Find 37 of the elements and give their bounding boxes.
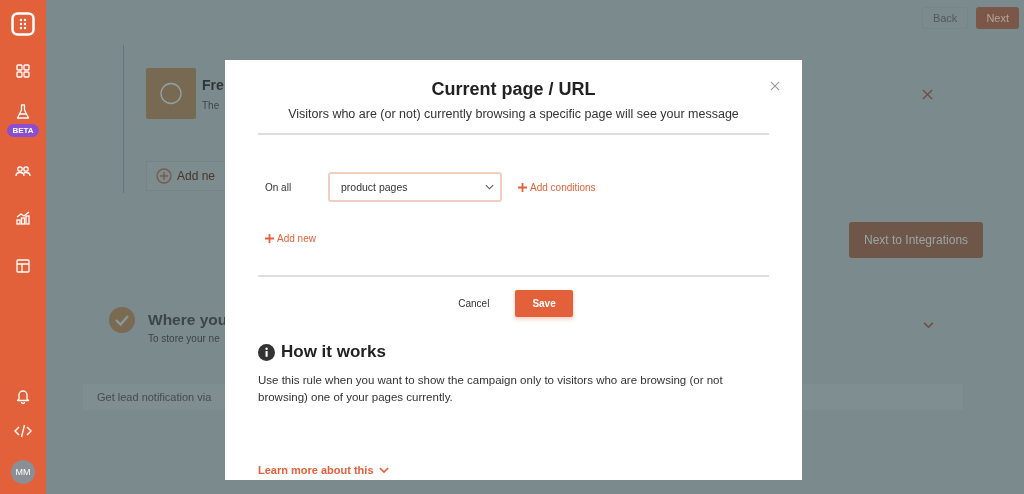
help-title: How it works [281, 342, 386, 362]
campaign-subtitle: The [202, 100, 221, 111]
check-circle-icon [109, 307, 135, 333]
beta-badge: BETA [7, 124, 39, 137]
section-subtitle: To store your ne [148, 333, 221, 344]
modal-title: Current page / URL [430, 79, 597, 100]
help-text: Use this rule when you want to show the campaign only to visitors who are browsing (or not browsing) one of your pages currently. [258, 373, 724, 405]
chevron-down-icon[interactable] [923, 322, 934, 329]
plus-icon [518, 182, 527, 192]
learn-more-link[interactable]: Learn more about this [258, 464, 389, 476]
campaign-title: Fre [202, 77, 224, 93]
close-icon[interactable] [770, 81, 780, 91]
avatar[interactable]: MM [11, 460, 35, 484]
page-select[interactable]: product pages [328, 172, 502, 202]
logo-icon[interactable] [11, 12, 35, 36]
info-icon [258, 343, 275, 361]
close-icon[interactable] [922, 89, 933, 100]
growth-chart-icon[interactable] [16, 211, 30, 225]
users-icon[interactable] [15, 165, 31, 177]
save-button[interactable]: Save [515, 290, 573, 317]
cancel-button[interactable]: Cancel [454, 290, 494, 317]
plus-circle-icon [156, 168, 172, 184]
next-button[interactable]: Next [976, 7, 1019, 29]
code-icon[interactable] [14, 424, 32, 438]
flask-icon[interactable] [16, 104, 30, 120]
bell-icon[interactable] [16, 388, 30, 404]
rule-label: On all [265, 181, 293, 193]
chevron-down-icon [378, 466, 389, 474]
counter-thumbnail [146, 68, 196, 119]
add-conditions-link[interactable]: Add conditions [518, 181, 596, 193]
layout-icon[interactable] [16, 259, 30, 273]
plus-icon [265, 234, 274, 243]
next-to-integrations-button[interactable]: Next to Integrations [849, 222, 984, 258]
add-new-link[interactable]: Add new [265, 233, 316, 244]
caret-icon [485, 184, 494, 190]
dashboard-icon[interactable] [16, 64, 30, 78]
modal-subtitle: Visitors who are (or not) currently browsing a specific page will see your message [258, 107, 769, 135]
